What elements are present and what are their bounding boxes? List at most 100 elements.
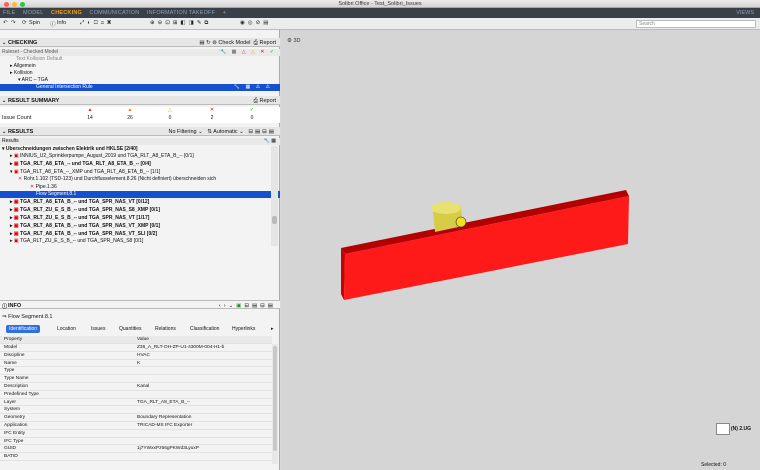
property-name: Name [4, 360, 17, 366]
collapse-icon[interactable]: ⌄ [2, 129, 6, 135]
result-row-label: TGA_RLT_A8_ETA_-- und TGA_RLT_A8_ETA_B_-… [20, 161, 151, 167]
open-ruleset-icon[interactable]: ▤ [199, 40, 204, 46]
3d-scene[interactable] [281, 30, 760, 470]
menu-file[interactable]: FILE [0, 8, 18, 18]
tab-identification[interactable]: Identification [6, 325, 41, 333]
tab-location[interactable]: Location [54, 325, 79, 333]
result-row-label: TGA_RLT_A8_ETA_B_-- und TGA_SPR_NAS_VT [… [20, 199, 150, 205]
property-name: Description [4, 384, 28, 389]
property-row[interactable]: Name K [0, 360, 272, 368]
info-scrollbar-thumb[interactable] [273, 346, 277, 451]
result-row[interactable]: ▾ ▣ TGA_RLT_A8_ETA_--_XMP und TGA_RLT_A8… [0, 169, 280, 176]
undo-icon[interactable]: ↶ [3, 20, 8, 26]
filter-dropdown[interactable]: No Filtering [168, 129, 196, 135]
tab-issues[interactable]: Issues [88, 325, 108, 333]
sort-dropdown[interactable]: Automatic [213, 129, 237, 135]
check-model-icon[interactable]: ⊚ [212, 40, 217, 46]
property-row[interactable]: IFC Entity [0, 430, 272, 438]
more-tabs-icon[interactable]: ▸ [268, 325, 277, 333]
info-mode-icon[interactable]: ⓘ [50, 20, 56, 28]
ruleset-row[interactable]: ▸ Allgemein [0, 63, 280, 70]
result-row[interactable]: ✕ Rohr.1.102 (TSD-123) und Durchflussele… [0, 176, 280, 183]
expand-icon[interactable]: ▸ [10, 63, 13, 69]
property-row[interactable]: Application TRICAD-MS IFC Exporter [0, 422, 272, 430]
view-tools-icons[interactable]: ⤢◐▢◻▣ [80, 20, 114, 27]
result-row-selected[interactable]: Flow Segment.8.1 [0, 191, 280, 198]
tab-relations[interactable]: Relations [152, 325, 179, 333]
tab-hyperlinks[interactable]: Hyperlinks [229, 325, 258, 333]
zoom-tools-icons[interactable]: ⊕⊖⊡⊞◧◨✎⧉ [150, 20, 211, 27]
collapse-icon[interactable]: ⌄ [2, 40, 6, 46]
ruleset-row-selected[interactable]: General Intersection Rule 🔧 ▦ ⚠ ⚠ [0, 84, 280, 91]
result-row[interactable]: ▸ ▣ TGA_RLT_ZU_E_S_B_-- und TGA_SPR_NAS_… [0, 207, 280, 214]
issue-count-moderate: 26 [127, 115, 133, 121]
property-row[interactable]: Layer TGA_RLT_A8_ETA_B_-- [0, 399, 272, 407]
property-row[interactable]: Type [0, 367, 272, 376]
info-scrollbar[interactable] [272, 344, 278, 464]
ruleset-row[interactable]: Text Kollision Default [0, 56, 280, 63]
property-row[interactable]: Geometry Boundary Representation [0, 414, 272, 422]
expand-icon[interactable]: ▾ [18, 77, 21, 83]
issue-marker[interactable] [455, 216, 467, 228]
collapse-icon[interactable]: ⌄ [2, 98, 6, 104]
refresh-icon[interactable]: ↻ [206, 40, 211, 46]
results-tool-icons[interactable]: ⊟▤⊟▤ [248, 129, 276, 135]
property-row[interactable]: Description Kanal [0, 383, 272, 391]
ruleset-header: Ruleset - Checked Model 🔧 ▦ △ △ ✕ ✓ [0, 49, 280, 56]
report-icon[interactable]: ⎙ [254, 98, 258, 104]
menu-model[interactable]: MODEL [20, 8, 47, 18]
visibility-tools-icons[interactable]: ◉◎⊘▤ [240, 20, 271, 26]
result-row[interactable]: ▸ ▣ TGA_RLT_A8_ETA_B_-- und TGA_SPR_NAS_… [0, 231, 280, 238]
pipe-top[interactable] [431, 202, 461, 214]
add-view-button[interactable]: + [220, 8, 229, 18]
result-row[interactable]: ▸ ▣ TGA_RLT_ZU_E_S_B_-- und TGA_SPR_NAS_… [0, 238, 280, 245]
summary-report-button[interactable]: Report [259, 98, 276, 104]
result-row[interactable]: ▸ ▣ TGA_RLT_A8_ETA_B_-- und TGA_SPR_NAS_… [0, 199, 280, 206]
property-row[interactable]: GUID 1j7YWxxPz66gPKWd3LyuxP [0, 445, 272, 454]
info-tool-icons[interactable]: ⊟▤⊟▤ [244, 303, 276, 309]
spin-mode-icon[interactable]: ⟳ [22, 20, 27, 26]
menu-communication[interactable]: COMMUNICATION [87, 8, 143, 18]
report-icon[interactable]: ⎙ [254, 40, 258, 46]
tab-classification[interactable]: Classification [187, 325, 222, 333]
result-row[interactable]: ✕ Pipe.1.36 [0, 184, 280, 191]
property-row[interactable]: Discipline HVAC [0, 352, 272, 360]
redo-icon[interactable]: ↷ [11, 20, 16, 26]
menu-information-takeoff[interactable]: INFORMATION TAKEOFF [144, 8, 218, 18]
info-button[interactable]: Info [57, 20, 66, 26]
tab-quantities[interactable]: Quantities [116, 325, 145, 333]
ruleset-row[interactable]: ▸ Kollision [0, 70, 280, 77]
property-row[interactable]: System [0, 406, 272, 415]
issue-count-critical: 14 [87, 115, 93, 121]
duct-side-face[interactable] [344, 196, 629, 300]
ruleset-row[interactable]: ▾ ARC – TGA [0, 77, 280, 84]
result-row[interactable]: ▸ ▣ INNIUS_U2_Sprinklerpumpe_August_2019… [0, 153, 280, 160]
result-row[interactable]: ▸ ▣ TGA_RLT_A8_ETA_B_-- und TGA_SPR_NAS_… [0, 223, 280, 230]
checking-report-button[interactable]: Report [259, 40, 276, 46]
property-name: Type Name [4, 376, 29, 382]
results-scrollbar-thumb[interactable] [272, 216, 277, 224]
check-model-button[interactable]: Check Model [218, 40, 250, 46]
property-row[interactable]: IFC Type [0, 438, 272, 446]
property-name: Application [4, 423, 28, 428]
result-row[interactable]: ▾ Überschneidungen zwischen Elektrik und… [0, 146, 280, 153]
property-row[interactable]: Predefined Type [0, 391, 272, 399]
search-input[interactable]: Search [636, 20, 756, 28]
result-row-label: TGA_RLT_ZU_E_S_B_-- und TGA_SPR_NAS_VT [… [20, 215, 150, 221]
property-row[interactable]: Model Z36_A_RLT-OH-ZP-U1-4300M-004-H1-b [0, 344, 272, 352]
sort-icon[interactable]: ⇅ [207, 129, 212, 135]
menu-checking[interactable]: CHECKING [48, 8, 85, 18]
expand-icon[interactable]: ▸ [10, 70, 13, 76]
results-scrollbar[interactable] [271, 146, 278, 246]
property-row[interactable]: BATID [0, 453, 272, 461]
property-row[interactable]: Type Name [0, 375, 272, 383]
navigation-cube[interactable] [716, 423, 730, 435]
property-name: IFC Entity [4, 430, 26, 436]
property-value: 1j7YWxxPz66gPKWd3LyuxP [137, 446, 199, 452]
views-menu[interactable]: VIEWS [736, 10, 754, 16]
result-row[interactable]: ▸ ▣ TGA_RLT_ZU_E_S_B_-- und TGA_SPR_NAS_… [0, 215, 280, 222]
3d-view[interactable]: ⚙ 3D (N) 2.UG Selected: 0 [281, 30, 760, 470]
spin-button[interactable]: Spin [29, 20, 40, 26]
summary-table: ▲ ▲ △ ✕ ✓ Issue Count 14 26 0 2 0 [0, 107, 280, 123]
result-row[interactable]: ▸ ▣ TGA_RLT_A8_ETA_-- und TGA_RLT_A8_ETA… [0, 161, 280, 168]
